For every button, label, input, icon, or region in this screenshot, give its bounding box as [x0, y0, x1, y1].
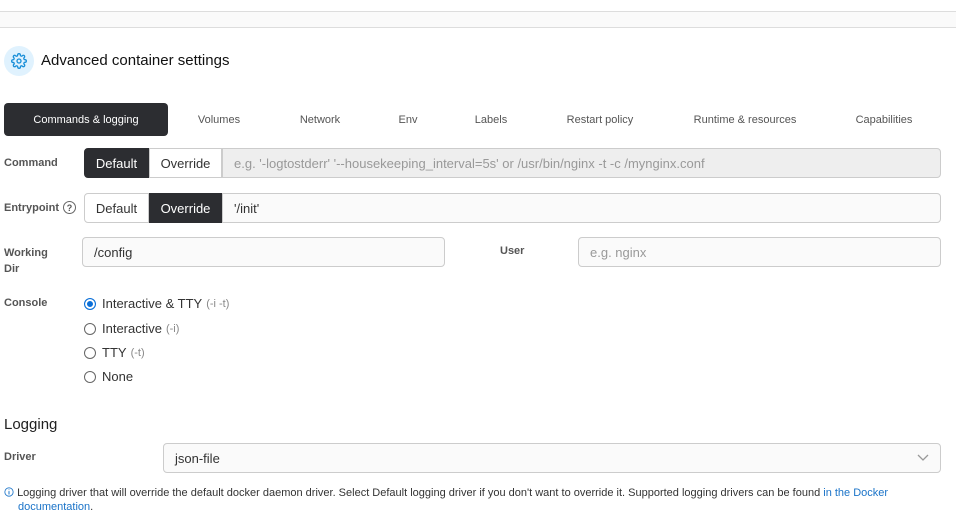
- docker-docs-link-prefix[interactable]: in the Docker: [823, 487, 888, 499]
- logging-heading: Logging: [4, 416, 58, 433]
- entrypoint-label: Entrypoint ?: [4, 201, 76, 214]
- option-label: None: [102, 369, 134, 384]
- tab-restart-policy[interactable]: Restart policy: [550, 103, 650, 136]
- page-title: Advanced container settings: [41, 52, 230, 69]
- radio-icon[interactable]: [84, 322, 96, 335]
- info-end: .: [90, 501, 94, 513]
- tab-env[interactable]: Env: [378, 103, 438, 136]
- working-dir-label-line1: Working: [4, 247, 48, 259]
- option-label: Interactive & TTY: [102, 296, 203, 311]
- gear-icon: [11, 53, 27, 69]
- tab-commands-logging[interactable]: Commands & logging: [4, 103, 168, 136]
- tab-runtime-resources[interactable]: Runtime & resources: [680, 103, 810, 136]
- help-icon[interactable]: ?: [63, 201, 76, 214]
- user-label: User: [500, 245, 525, 257]
- header-icon-badge: [4, 46, 34, 76]
- option-label: Interactive: [102, 321, 162, 336]
- command-input[interactable]: e.g. '-logtostderr' '--housekeeping_inte…: [222, 148, 941, 178]
- tab-volumes[interactable]: Volumes: [179, 103, 259, 136]
- driver-value: json-file: [175, 450, 220, 466]
- option-flag: (-i): [165, 322, 180, 335]
- tab-capabilities[interactable]: Capabilities: [839, 103, 929, 136]
- top-band: [0, 11, 956, 28]
- option-flag: (-i -t): [206, 297, 230, 310]
- console-option-tty[interactable]: TTY (-t): [84, 345, 145, 360]
- entrypoint-input[interactable]: '/init': [222, 193, 941, 223]
- entrypoint-default-button[interactable]: Default: [84, 193, 149, 223]
- tab-network[interactable]: Network: [280, 103, 360, 136]
- working-dir-input[interactable]: /config: [82, 237, 445, 267]
- info-icon: [4, 487, 14, 497]
- console-option-interactive[interactable]: Interactive (-i): [84, 321, 179, 336]
- radio-selected-icon[interactable]: [84, 297, 96, 310]
- info-text: Logging driver that will override the de…: [17, 487, 824, 499]
- chevron-down-icon: [917, 454, 929, 461]
- radio-icon[interactable]: [84, 346, 96, 359]
- working-dir-label: Working Dir: [4, 245, 48, 277]
- radio-icon[interactable]: [84, 370, 96, 383]
- console-option-interactive-tty[interactable]: Interactive & TTY (-i -t): [84, 296, 229, 311]
- entrypoint-override-button[interactable]: Override: [149, 193, 222, 223]
- working-dir-label-line2: Dir: [4, 263, 20, 275]
- option-label: TTY: [102, 345, 127, 360]
- command-override-button[interactable]: Override: [149, 148, 222, 178]
- command-default-button[interactable]: Default: [84, 148, 149, 178]
- tab-labels[interactable]: Labels: [456, 103, 526, 136]
- user-input[interactable]: e.g. nginx: [578, 237, 941, 267]
- logging-info: Logging driver that will override the de…: [4, 486, 949, 514]
- command-label: Command: [4, 157, 58, 169]
- driver-select[interactable]: json-file: [163, 443, 941, 473]
- console-label: Console: [4, 297, 48, 309]
- driver-label: Driver: [4, 451, 36, 463]
- docker-docs-link[interactable]: documentation: [18, 501, 90, 513]
- console-option-none[interactable]: None: [84, 369, 133, 384]
- entrypoint-label-text: Entrypoint: [4, 201, 59, 214]
- option-flag: (-t): [130, 346, 145, 359]
